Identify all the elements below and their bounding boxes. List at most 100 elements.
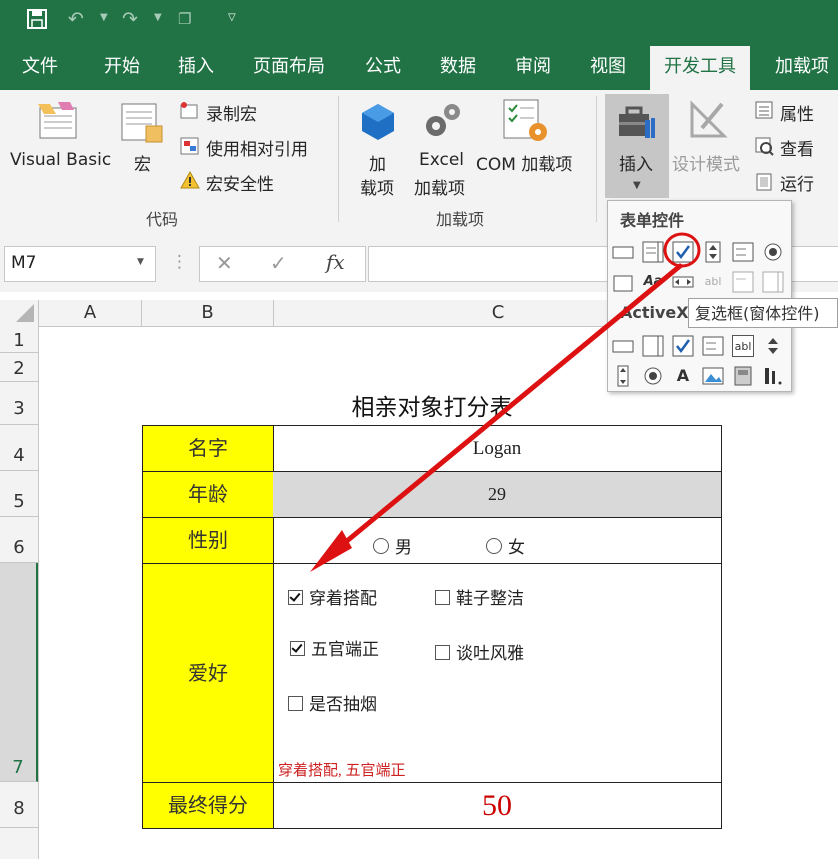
record-macro-icon[interactable] [180,102,200,120]
design-mode-icon[interactable] [688,98,728,144]
activex-textbox-icon[interactable]: abl [732,335,754,357]
macro-label[interactable]: 宏 [134,150,151,175]
tab-insert[interactable]: 插入 [178,44,214,90]
gender-male-radio[interactable]: 男 [373,533,412,558]
hobby-label-face: 五官端正 [311,640,379,660]
combo-dropdown-icon[interactable] [762,271,784,293]
activex-combo-icon[interactable] [642,335,664,357]
warning-icon[interactable] [180,170,200,189]
row-header-1[interactable]: 1 [0,326,38,353]
hobby-checkbox-talk[interactable]: 谈吐风雅 [435,639,524,664]
row-header-3[interactable]: 3 [0,382,38,425]
insert-function-icon[interactable]: fx [326,250,345,274]
scroll-bar-icon[interactable] [672,271,694,293]
column-header-b[interactable]: B [142,300,274,326]
addin-label-2[interactable]: 载项 [360,174,394,199]
row-header-2[interactable]: 2 [0,353,38,382]
enter-icon[interactable]: ✓ [270,251,287,275]
hobby-checkbox-dress[interactable]: 穿着搭配 [288,584,377,609]
gender-female-radio[interactable]: 女 [486,533,525,558]
row-header-5[interactable]: 5 [0,471,38,517]
visual-basic-label[interactable]: Visual Basic [10,150,111,170]
tab-view[interactable]: 视图 [590,44,626,90]
redo-icon[interactable]: ↷ [122,8,138,30]
activex-toggle-icon[interactable] [732,365,754,387]
redo-dropdown-icon[interactable]: ▼ [154,12,162,23]
column-header-a[interactable]: A [39,300,142,326]
activex-list-icon[interactable] [702,335,724,357]
activex-option-icon[interactable] [642,365,664,387]
insert-control-button[interactable]: 插入 ▼ [605,94,669,198]
hobby-label-shoes: 鞋子整洁 [456,589,524,609]
run-dialog-icon[interactable] [754,172,774,192]
hobby-checkbox-face[interactable]: 五官端正 [290,635,379,660]
tab-review[interactable]: 审阅 [515,44,551,90]
row-header-7[interactable]: 7 [0,563,38,782]
group-box-icon[interactable] [612,271,634,293]
activex-scroll-icon[interactable] [612,365,634,387]
more-controls-icon[interactable] [762,365,784,387]
undo-dropdown-icon[interactable]: ▼ [100,12,108,23]
combo-list-icon[interactable] [732,271,754,293]
excel-addins-label-2[interactable]: 加载项 [414,174,465,199]
relative-reference-icon[interactable] [180,137,200,155]
gears-icon[interactable] [420,100,464,148]
cancel-icon[interactable]: ✕ [216,251,233,275]
name-box[interactable]: M7 ▼ [4,246,156,282]
option-button-icon[interactable] [762,241,784,263]
record-macro-label[interactable]: 录制宏 [206,100,257,125]
properties-icon[interactable] [754,100,774,120]
activex-label-icon[interactable]: A [672,365,694,387]
tab-data[interactable]: 数据 [440,44,476,90]
select-all-corner[interactable] [0,300,39,326]
excel-addins-label-1[interactable]: Excel [419,150,464,170]
activex-checkbox-icon[interactable] [672,335,694,357]
tab-file[interactable]: 文件 [22,44,58,90]
label-control-icon[interactable]: Aa [642,271,664,293]
row-header-4[interactable]: 4 [0,425,38,471]
com-addins-label[interactable]: COM 加载项 [476,150,572,175]
view-code-icon[interactable] [754,136,774,156]
age-value-cell[interactable]: 29 [273,471,722,518]
row-header-6[interactable]: 6 [0,517,38,563]
activex-spin-icon[interactable] [762,335,784,357]
window-icon[interactable]: ❐ [178,8,191,30]
tab-developer[interactable]: 开发工具 [650,46,750,90]
tab-formulas[interactable]: 公式 [365,44,401,90]
button-control-icon[interactable] [612,241,634,263]
design-mode-label[interactable]: 设计模式 [672,150,740,175]
use-relative-reference-label[interactable]: 使用相对引用 [206,135,308,160]
addin-icon[interactable] [360,102,396,146]
hobby-label-smoke: 是否抽烟 [309,695,377,715]
name-value-cell[interactable]: Logan [273,425,722,472]
hobby-checkbox-smoke[interactable]: 是否抽烟 [288,690,377,715]
text-field-icon[interactable]: abl [702,271,724,293]
properties-label[interactable]: 属性 [780,100,814,125]
checkbox-control-icon[interactable] [672,241,694,263]
list-box-icon[interactable] [732,241,754,263]
score-value-cell[interactable]: 50 [273,782,722,829]
undo-icon[interactable]: ↶ [68,8,84,30]
hobby-checkbox-shoes[interactable]: 鞋子整洁 [435,584,524,609]
group-divider [338,96,339,222]
hobby-result-text: 穿着搭配, 五官端正 [278,763,406,779]
tab-page-layout[interactable]: 页面布局 [253,44,325,90]
tab-home[interactable]: 开始 [104,44,140,90]
save-icon[interactable] [26,8,48,35]
customize-toolbar-icon[interactable]: ▽ [228,12,236,23]
checkbox-checked-icon [288,590,303,605]
view-code-label[interactable]: 查看 [780,135,814,160]
combo-box-icon[interactable] [642,241,664,263]
addin-label-1[interactable]: 加 [369,150,386,175]
row-header-8[interactable]: 8 [0,782,38,828]
name-box-dropdown-icon[interactable]: ▼ [137,257,144,267]
tab-addins[interactable]: 加载项 [775,44,829,90]
spin-button-icon[interactable] [702,241,724,263]
visual-basic-icon[interactable] [34,100,82,148]
macro-security-label[interactable]: 宏安全性 [206,170,274,195]
macro-icon[interactable] [120,102,164,150]
com-addin-icon[interactable] [502,98,550,148]
run-dialog-label[interactable]: 运行 [780,170,814,195]
activex-image-icon[interactable] [702,365,724,387]
activex-button-icon[interactable] [612,335,634,357]
